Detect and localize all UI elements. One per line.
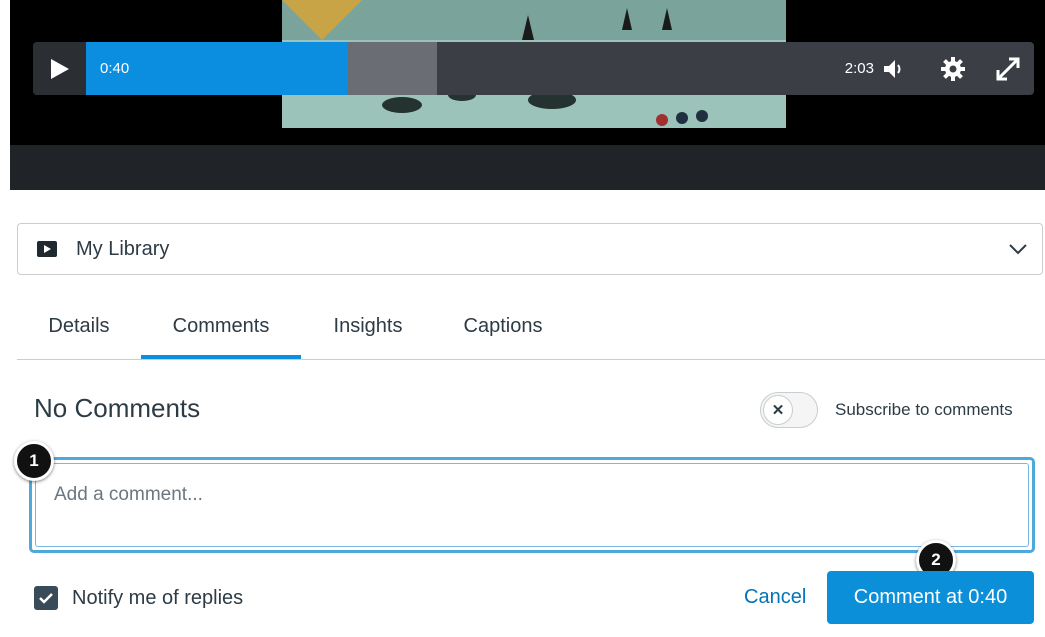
video-letterbox xyxy=(10,145,1045,190)
play-icon xyxy=(50,58,69,79)
video-controls: 0:40 2:03 xyxy=(33,42,1034,95)
tab-insights[interactable]: Insights xyxy=(313,296,423,358)
current-time: 0:40 xyxy=(100,60,130,77)
play-button[interactable] xyxy=(33,42,86,95)
video-player[interactable]: 0:40 2:03 xyxy=(10,0,1045,190)
notify-label: Notify me of replies xyxy=(72,586,244,609)
chevron-down-icon xyxy=(1009,244,1027,255)
settings-button[interactable] xyxy=(938,54,968,84)
library-label: My Library xyxy=(76,237,170,260)
tab-label: Captions xyxy=(463,315,543,337)
notify-checkbox[interactable] xyxy=(34,586,58,610)
comment-input[interactable] xyxy=(35,463,1029,547)
tab-comments[interactable]: Comments xyxy=(141,296,301,359)
video-icon xyxy=(36,237,60,261)
subscribe-toggle[interactable]: ✕ xyxy=(760,392,818,428)
duration-time: 2:03 xyxy=(844,60,874,77)
notify-replies-option: Notify me of replies xyxy=(34,586,243,610)
tab-details[interactable]: Details xyxy=(29,296,129,358)
comment-input-wrapper xyxy=(29,457,1035,553)
cancel-button[interactable]: Cancel xyxy=(744,586,806,609)
tab-captions[interactable]: Captions xyxy=(443,296,563,358)
volume-icon xyxy=(884,60,901,78)
callout-badge-1: 1 xyxy=(14,441,54,481)
checkmark-icon xyxy=(39,593,53,604)
tab-label: Details xyxy=(48,315,110,337)
gear-icon xyxy=(941,57,965,81)
tab-label: Comments xyxy=(172,315,270,337)
library-dropdown[interactable]: My Library xyxy=(17,223,1043,275)
comment-submit-button[interactable]: Comment at 0:40 xyxy=(827,571,1034,624)
tab-bar: Details Comments Insights Captions xyxy=(17,296,1045,360)
fullscreen-icon xyxy=(996,57,1020,81)
comments-heading: No Comments xyxy=(34,393,201,423)
progress-buffered xyxy=(348,42,437,95)
subscribe-label: Subscribe to comments xyxy=(835,400,1013,419)
tab-label: Insights xyxy=(333,315,403,337)
fullscreen-button[interactable] xyxy=(993,54,1023,84)
seek-bar[interactable]: 0:40 xyxy=(86,42,437,95)
volume-button[interactable] xyxy=(879,54,909,84)
close-icon: ✕ xyxy=(763,395,793,425)
